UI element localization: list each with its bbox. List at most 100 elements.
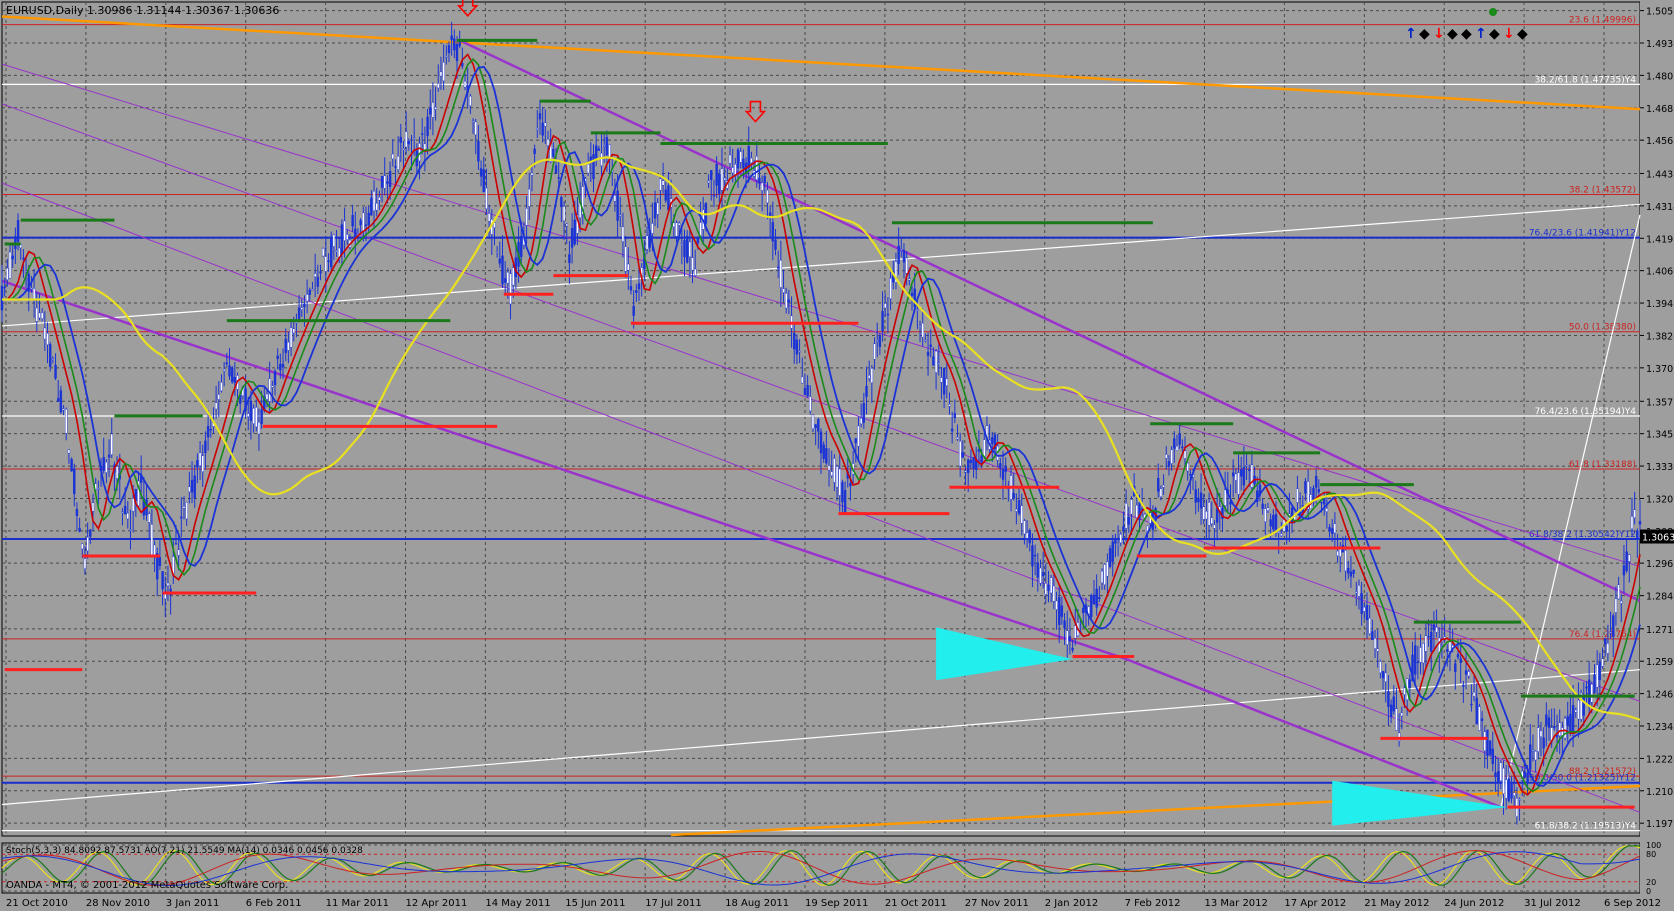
candle-body — [198, 452, 202, 466]
candle-body — [728, 154, 732, 164]
candle-body — [394, 166, 397, 168]
candle-body — [1504, 779, 1508, 799]
candle-body — [1116, 545, 1120, 547]
candle-body — [1459, 658, 1462, 663]
candle-body — [1015, 508, 1018, 512]
candle-body — [897, 245, 900, 264]
candle-body — [613, 195, 617, 202]
candle-body — [731, 167, 734, 174]
candle-body — [407, 141, 411, 145]
candle-body — [878, 335, 882, 347]
price-chart[interactable]: 21 Oct 2010 28 Nov 2010 3 Jan 2011 6 Feb 20… — [0, 0, 1674, 911]
oscillator-level-label: 100 — [1646, 841, 1661, 850]
candle-body — [1277, 531, 1280, 534]
candle-body — [908, 278, 911, 281]
candle-body — [1063, 620, 1066, 629]
candle-body — [343, 220, 346, 241]
candle-body — [683, 240, 686, 258]
candle-body — [538, 113, 542, 120]
candle-body — [1537, 727, 1540, 752]
x-tick-label: 7 Feb 2012 — [1125, 898, 1181, 909]
blue-level-label: 61.8/38.2 (1.30542)Y12 — [1529, 530, 1636, 540]
candle-body — [867, 375, 871, 379]
candle-body — [1023, 520, 1026, 535]
candle-body — [546, 138, 550, 146]
candle-body — [843, 490, 847, 514]
candle-body — [107, 454, 111, 458]
candle-body — [562, 206, 566, 222]
candle-body — [1395, 708, 1398, 731]
candle-body — [1614, 598, 1618, 613]
candle-body — [487, 213, 491, 222]
candle-body — [1472, 691, 1476, 697]
candle-body — [1483, 731, 1486, 751]
candle-body — [319, 271, 322, 274]
candle-body — [1240, 469, 1243, 477]
candle-body — [1261, 503, 1264, 509]
candle-body — [115, 466, 119, 479]
candle-body — [1547, 717, 1551, 728]
candle-body — [102, 457, 105, 471]
candle-body — [471, 120, 475, 123]
fractal-mark: ↑ — [1475, 26, 1487, 42]
y-tick-label: 1.50525 — [1646, 7, 1674, 18]
indicator-label: Stoch(5,3,3) 84.8092 87.5731 AO(7,21) 21… — [6, 846, 363, 856]
candle-body — [461, 63, 464, 67]
candle-body — [442, 61, 445, 82]
candle-body — [1542, 737, 1545, 749]
fractal-mark: ◆ — [1517, 26, 1528, 42]
candle-body — [950, 428, 954, 432]
candle-body — [201, 455, 204, 472]
candle-body — [1432, 624, 1436, 631]
candle-body — [1625, 551, 1628, 571]
candle-body — [758, 177, 761, 184]
candle-body — [1598, 661, 1602, 681]
chart-window[interactable]: 21 Oct 2010 28 Nov 2010 3 Jan 2011 6 Feb 20… — [0, 0, 1674, 911]
y-tick-label: 1.46850 — [1646, 104, 1674, 115]
candle-body — [605, 137, 609, 156]
candle-body — [1545, 714, 1548, 726]
candle-body — [148, 513, 151, 523]
candle-body — [260, 409, 263, 425]
candle-body — [1127, 516, 1130, 525]
candle-body — [830, 471, 833, 476]
fractal-mark: ↓ — [1503, 26, 1515, 42]
candle-body — [924, 339, 927, 341]
candle-body — [503, 278, 507, 283]
candle-body — [969, 460, 973, 463]
candle-body — [431, 102, 435, 118]
candle-body — [774, 239, 777, 250]
candle-body — [402, 148, 405, 150]
candle-body — [1314, 475, 1318, 488]
candle-body — [509, 273, 512, 305]
candle-body — [268, 378, 271, 402]
oscillator-level-label: 0 — [1646, 887, 1651, 896]
candle-body — [600, 152, 603, 166]
candle-body — [287, 341, 290, 351]
candle-body — [332, 234, 336, 247]
candle-body — [1248, 469, 1251, 472]
candle-body — [295, 321, 298, 324]
candle-body — [70, 458, 73, 472]
candle-body — [819, 431, 823, 454]
candle-body — [916, 309, 919, 311]
candle-body — [948, 404, 951, 407]
candle-body — [62, 408, 65, 411]
candle-body — [249, 400, 253, 421]
copyright-text: OANDA - MT4, © 2001-2012 MetaQuotes Soft… — [6, 880, 289, 891]
candle-body — [771, 222, 775, 242]
candle-body — [399, 136, 402, 143]
candle-body — [276, 355, 279, 359]
candle-body — [3, 286, 6, 289]
x-tick-label: 17 Apr 2012 — [1284, 898, 1346, 909]
candle-body — [1609, 631, 1612, 634]
candle-body — [961, 452, 965, 458]
candle-body — [886, 313, 890, 316]
candle-body — [1480, 718, 1484, 721]
candle-body — [921, 323, 924, 338]
candle-body — [945, 378, 948, 386]
candle-body — [479, 168, 483, 177]
candle-body — [1593, 674, 1596, 694]
candle-body — [354, 228, 357, 237]
candle-body — [386, 181, 389, 184]
